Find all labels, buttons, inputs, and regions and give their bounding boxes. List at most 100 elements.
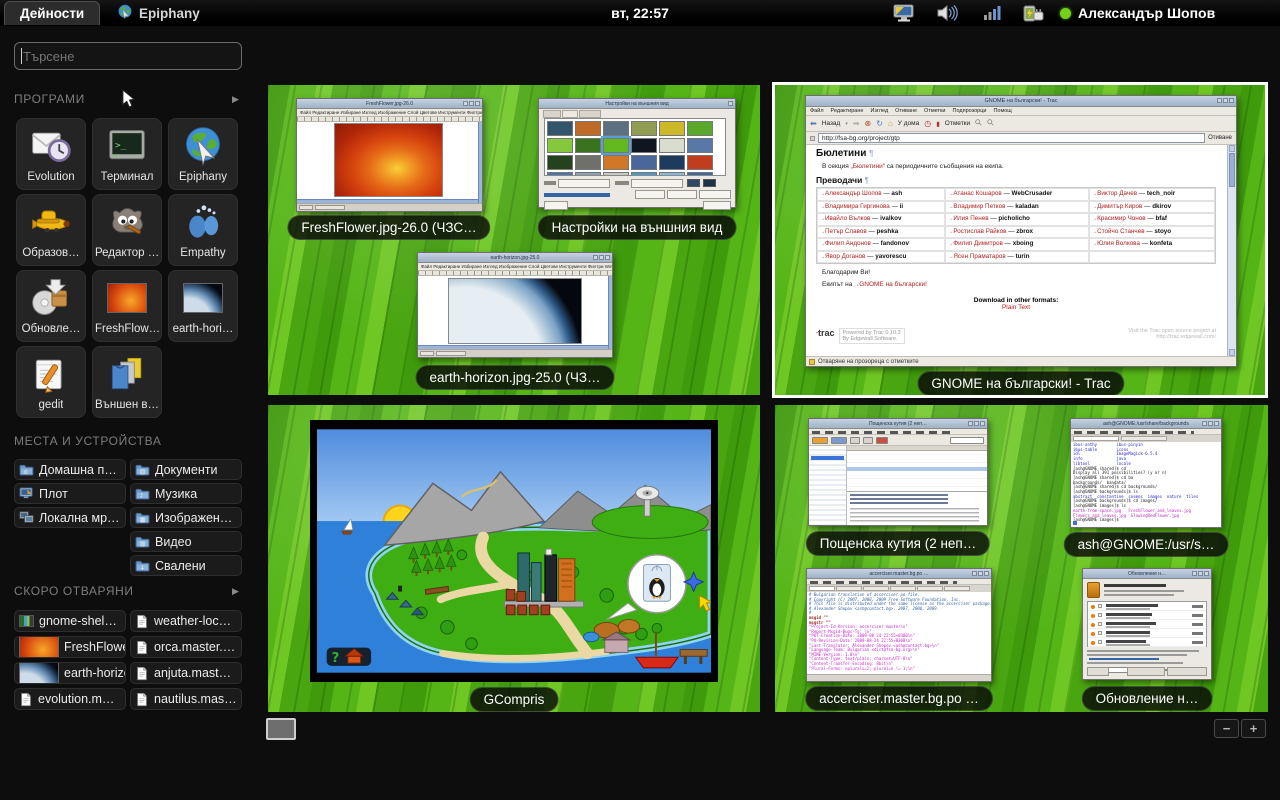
window-update-manager[interactable]: Обновление н… bbox=[1082, 568, 1212, 680]
app-item-3[interactable]: Образов… bbox=[16, 194, 86, 266]
check-button[interactable] bbox=[1127, 667, 1165, 676]
recent-item-2[interactable]: earth-horizo… bbox=[14, 662, 126, 684]
zoom-out-icon[interactable] bbox=[975, 119, 982, 128]
wallpaper-thumb-8[interactable] bbox=[603, 138, 629, 153]
window-trac-browser[interactable]: GNOME на български! - Trac ФайлРедактира… bbox=[805, 95, 1237, 367]
recent-item-0[interactable]: gnome-shel… bbox=[14, 610, 126, 632]
install-button[interactable] bbox=[1167, 667, 1207, 676]
back-icon[interactable]: ⬅ bbox=[810, 119, 817, 128]
place-item-0[interactable]: ▤Документи bbox=[130, 459, 242, 480]
style-combo[interactable] bbox=[558, 179, 610, 188]
go-button[interactable]: Отиване bbox=[1208, 135, 1232, 141]
tab-active[interactable] bbox=[562, 110, 578, 118]
tab[interactable] bbox=[543, 110, 561, 118]
app-item-5[interactable]: Empathy bbox=[168, 194, 238, 266]
wallpaper-thumb-14[interactable] bbox=[603, 155, 629, 170]
scrollbar[interactable] bbox=[297, 199, 478, 203]
color-swatch[interactable] bbox=[687, 179, 700, 187]
window-terminal[interactable]: ash@GNOME:/usr/share/backgrounds ibus-an… bbox=[1070, 418, 1222, 528]
color-swatch[interactable] bbox=[703, 179, 716, 187]
wallpaper-thumb-2[interactable] bbox=[603, 121, 629, 136]
app-item-8[interactable]: earth-hori… bbox=[168, 270, 238, 342]
url-input[interactable] bbox=[818, 133, 1205, 143]
history-icon[interactable]: ◷ bbox=[924, 119, 931, 128]
wallpaper-thumb-9[interactable] bbox=[631, 138, 657, 153]
volume-icon[interactable] bbox=[936, 4, 958, 27]
wallpaper-thumb-6[interactable] bbox=[547, 138, 573, 153]
plain-text-link[interactable]: Plain Text bbox=[1002, 304, 1030, 311]
scrollbar[interactable] bbox=[418, 345, 608, 349]
wallpaper-thumb-21[interactable] bbox=[631, 172, 657, 176]
window-earthhorizon-gimp[interactable]: earth-horizon.jpg-25.0 Файл Редактиране … bbox=[417, 252, 613, 358]
wallpaper-thumb-18[interactable] bbox=[547, 172, 573, 176]
help-button[interactable] bbox=[544, 201, 568, 210]
add-workspace-button[interactable]: + bbox=[1241, 719, 1266, 738]
place-item-1[interactable]: Плот bbox=[14, 483, 126, 504]
scrollbar[interactable] bbox=[1227, 145, 1236, 356]
battery-icon[interactable] bbox=[1022, 4, 1046, 28]
place-item-3[interactable]: ▥Видео bbox=[130, 531, 242, 552]
app-item-7[interactable]: FreshFlow… bbox=[92, 270, 162, 342]
wallpaper-thumb-0[interactable] bbox=[547, 121, 573, 136]
close-button[interactable] bbox=[703, 201, 731, 210]
place-item-0[interactable]: ⌂Домашна п… bbox=[14, 459, 126, 480]
workspace-indicator[interactable] bbox=[266, 718, 296, 740]
place-item-2[interactable]: ▦Изображен… bbox=[130, 507, 242, 528]
get-more-backgrounds-link[interactable] bbox=[544, 193, 610, 197]
wallpaper-thumb-4[interactable] bbox=[659, 121, 685, 136]
app-item-1[interactable]: >_Терминал bbox=[92, 118, 162, 190]
scrollbar[interactable] bbox=[478, 122, 482, 203]
workspace-4[interactable]: Пощенска кутия (2 неп… Пощенска кутия (2… bbox=[775, 405, 1268, 712]
recent-item-2[interactable]: anjuta.mast… bbox=[130, 662, 242, 684]
app-item-9[interactable]: gedit bbox=[16, 346, 86, 418]
wallpaper-thumb-19[interactable] bbox=[575, 172, 601, 176]
wallpaper-thumb-7[interactable] bbox=[575, 138, 601, 153]
help-button[interactable] bbox=[1087, 667, 1109, 676]
colors-combo[interactable] bbox=[631, 179, 683, 188]
wallpaper-thumb-1[interactable] bbox=[575, 121, 601, 136]
recent-item-1[interactable]: orca.master.… bbox=[130, 636, 242, 658]
recent-item-0[interactable]: weather-loc… bbox=[130, 610, 242, 632]
recent-item-1[interactable]: FreshFlower… bbox=[14, 636, 126, 658]
window-freshflower-gimp[interactable]: FreshFlower.jpg-26.0 Файл Редактиране Из… bbox=[296, 98, 483, 212]
scrollbar[interactable] bbox=[608, 276, 612, 349]
bulletins-link[interactable]: „Бюлетини“ bbox=[851, 163, 885, 170]
wallpaper-thumb-13[interactable] bbox=[575, 155, 601, 170]
app-item-10[interactable]: Външен в… bbox=[92, 346, 162, 418]
home-icon[interactable]: ⌂ bbox=[888, 119, 893, 128]
app-item-4[interactable]: Редактор … bbox=[92, 194, 162, 266]
app-item-2[interactable]: Epiphany bbox=[168, 118, 238, 190]
team-link[interactable]: GNOME на български! bbox=[859, 281, 927, 288]
wallpaper-thumb-15[interactable] bbox=[631, 155, 657, 170]
link[interactable] bbox=[1089, 658, 1159, 660]
wallpaper-thumb-10[interactable] bbox=[659, 138, 685, 153]
search-input[interactable] bbox=[14, 42, 242, 70]
recent-item-3[interactable]: evolution.m… bbox=[14, 688, 126, 710]
place-item-2[interactable]: Локална мр… bbox=[14, 507, 126, 528]
gcompris-bar[interactable]: ? bbox=[327, 648, 371, 666]
display-icon[interactable] bbox=[893, 4, 915, 28]
app-item-0[interactable]: Evolution bbox=[16, 118, 86, 190]
wallpaper-thumb-23[interactable] bbox=[687, 172, 713, 176]
network-signal-icon[interactable] bbox=[984, 4, 1002, 26]
place-item-1[interactable]: ♪Музика bbox=[130, 483, 242, 504]
user-menu[interactable]: Александър Шопов bbox=[1078, 5, 1215, 21]
wallpaper-thumb-20[interactable] bbox=[603, 172, 629, 176]
wallpaper-thumb-12[interactable] bbox=[547, 155, 573, 170]
reload-icon[interactable]: ↻ bbox=[876, 119, 883, 128]
recent-expander-icon[interactable]: ▶ bbox=[232, 586, 239, 597]
window-gcompris[interactable]: ? bbox=[310, 420, 718, 682]
zoom-in-icon[interactable] bbox=[987, 119, 994, 128]
workspace-1[interactable]: FreshFlower.jpg-26.0 Файл Редактиране Из… bbox=[268, 85, 760, 395]
remove-workspace-button[interactable]: − bbox=[1214, 719, 1239, 738]
recent-item-3[interactable]: nautilus.mas… bbox=[130, 688, 242, 710]
forward-icon[interactable]: ➡ bbox=[853, 119, 860, 128]
programs-expander-icon[interactable]: ▶ bbox=[232, 94, 239, 105]
window-appearance-settings[interactable]: Настройки на външния вид bbox=[538, 98, 736, 208]
wallpaper-thumb-11[interactable] bbox=[687, 138, 713, 153]
button[interactable] bbox=[667, 190, 697, 199]
wallpaper-thumb-3[interactable] bbox=[631, 121, 657, 136]
stop-icon[interactable]: ⊗ bbox=[865, 119, 872, 128]
wallpaper-thumb-22[interactable] bbox=[659, 172, 685, 176]
window-gedit-po[interactable]: accerciser.master.bg.po … # Bulgarian tr… bbox=[806, 568, 992, 682]
